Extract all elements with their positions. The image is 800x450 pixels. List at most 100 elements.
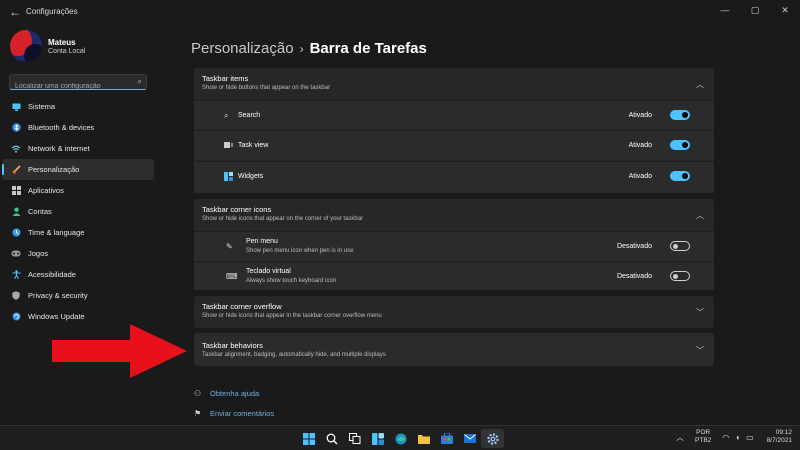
sidebar-item-time-language[interactable]: Time & language	[2, 222, 154, 243]
battery-icon[interactable]: ▭	[746, 433, 754, 442]
sidebar-item-sistema[interactable]: Sistema	[2, 96, 154, 117]
taskbar-items-header[interactable]: Taskbar items Show or hide buttons that …	[194, 68, 714, 100]
apps-icon	[11, 186, 21, 196]
search-icon	[326, 433, 337, 444]
minimize-button[interactable]: —	[710, 0, 740, 20]
breadcrumb-parent[interactable]: Personalização	[191, 40, 294, 57]
person-icon	[11, 207, 21, 217]
task-view-button[interactable]	[343, 429, 366, 448]
wifi-icon[interactable]: ◠	[722, 433, 729, 442]
section-subtitle: Show or hide buttons that appear on the …	[202, 85, 331, 91]
settings-app-button[interactable]	[481, 429, 504, 448]
folder-icon	[417, 434, 430, 444]
store-button[interactable]	[435, 429, 458, 448]
update-icon	[11, 312, 21, 322]
setting-row-search: ⌕ Search Ativado	[194, 100, 714, 130]
brush-icon	[11, 165, 21, 175]
taskbar-behaviors-header[interactable]: Taskbar behaviors Taskbar alignment, bad…	[194, 333, 714, 365]
get-help-link[interactable]: ⚇ Obtenha ajuda	[194, 383, 274, 403]
avatar	[10, 30, 42, 62]
system-tray: ︿ POR PTB2 ◠ ◖ ▭ 09:12 8/7/2021	[673, 429, 792, 445]
section-title: Taskbar behaviors	[202, 341, 263, 350]
task-view-toggle[interactable]	[670, 140, 690, 150]
pen-icon: ✎	[226, 242, 233, 251]
taskbar-search-button[interactable]	[320, 429, 343, 448]
send-feedback-link[interactable]: ⚑ Enviar comentários	[194, 403, 274, 423]
file-explorer-button[interactable]	[412, 429, 435, 448]
pen-menu-toggle[interactable]	[670, 241, 690, 251]
sidebar-item-label: Contas	[28, 207, 52, 216]
start-button[interactable]	[297, 429, 320, 448]
mail-button[interactable]	[458, 429, 481, 448]
search-icon[interactable]: ⌕	[138, 77, 142, 87]
sidebar-item-jogos[interactable]: Jogos	[2, 243, 154, 264]
task-view-icon	[348, 433, 360, 444]
volume-icon[interactable]: ◖	[735, 433, 740, 442]
task-view-icon	[224, 141, 233, 151]
setting-description: Always show touch keyboard icon	[246, 278, 337, 284]
red-arrow-annotation	[52, 324, 187, 378]
sidebar-item-contas[interactable]: Contas	[2, 201, 154, 222]
sidebar-item-personalizacao[interactable]: Personalização	[2, 159, 154, 180]
setting-label: Widgets	[238, 173, 264, 180]
taskbar-corner-overflow-header[interactable]: Taskbar corner overflow Show or hide ico…	[194, 296, 714, 328]
taskbar: ︿ POR PTB2 ◠ ◖ ▭ 09:12 8/7/2021	[0, 425, 800, 450]
sidebar-item-label: Privacy & security	[28, 291, 88, 300]
bluetooth-icon	[11, 123, 21, 133]
search-box[interactable]: ⌕	[9, 74, 147, 94]
shield-icon	[11, 291, 21, 301]
chevron-up-icon[interactable]: ︿	[676, 432, 684, 443]
toggle-state: Ativado	[628, 142, 652, 149]
chevron-up-icon[interactable]: ︿	[696, 79, 704, 90]
sidebar-item-network[interactable]: Network & internet	[2, 138, 154, 159]
clock[interactable]: 09:12 8/7/2021	[767, 429, 792, 445]
chevron-down-icon[interactable]: ﹀	[696, 345, 704, 356]
setting-label: Search	[238, 112, 261, 119]
sidebar-item-bluetooth[interactable]: Bluetooth & devices	[2, 117, 154, 138]
sidebar-item-label: Acessibilidade	[28, 270, 76, 279]
setting-row-touch-keyboard: ⌨ Teclado virtual Always show touch keyb…	[194, 261, 714, 290]
keyboard-layout: PTB2	[695, 437, 712, 444]
search-input[interactable]	[10, 79, 120, 94]
chevron-down-icon[interactable]: ﹀	[696, 307, 704, 318]
back-arrow-icon[interactable]: ←	[9, 5, 21, 19]
section-subtitle: Show or hide icons that appear in the ta…	[202, 313, 382, 319]
search-toggle[interactable]	[670, 110, 690, 120]
keyboard-icon: ⌨	[226, 272, 238, 281]
edge-button[interactable]	[389, 429, 412, 448]
sidebar-item-acessibilidade[interactable]: Acessibilidade	[2, 264, 154, 285]
language-indicator[interactable]: POR PTB2	[695, 429, 711, 445]
setting-row-widgets: Widgets Ativado	[194, 161, 714, 193]
toggle-state: Ativado	[628, 173, 652, 180]
close-button[interactable]: ✕	[770, 0, 800, 20]
taskbar-corner-icons-header[interactable]: Taskbar corner icons Show or hide icons …	[194, 199, 714, 231]
help-icon: ⚇	[194, 388, 202, 398]
profile[interactable]: Mateus Conta Local	[10, 30, 85, 62]
widgets-button[interactable]	[366, 429, 389, 448]
section-title: Taskbar corner icons	[202, 205, 272, 214]
profile-name: Mateus	[48, 38, 76, 47]
gamepad-icon	[11, 249, 21, 259]
toggle-state: Ativado	[628, 112, 652, 119]
get-help-label: Obtenha ajuda	[210, 388, 260, 398]
sidebar-item-label: Aplicativos	[28, 186, 64, 195]
edge-icon	[395, 433, 406, 444]
breadcrumb-separator: ›	[299, 42, 304, 56]
touch-keyboard-toggle[interactable]	[670, 271, 690, 281]
setting-description: Show pen menu icon when pen is in use	[246, 248, 354, 254]
sidebar-item-aplicativos[interactable]: Aplicativos	[2, 180, 154, 201]
breadcrumb: Personalização › Barra de Tarefas	[191, 40, 427, 57]
taskbar-corner-overflow-section[interactable]: Taskbar corner overflow Show or hide ico…	[194, 296, 714, 328]
window-controls: — ▢ ✕	[710, 0, 800, 20]
widgets-toggle[interactable]	[670, 171, 690, 181]
taskbar-behaviors-section[interactable]: Taskbar behaviors Taskbar alignment, bad…	[194, 333, 714, 366]
toggle-state: Desativado	[616, 243, 652, 250]
toggle-state: Desativado	[616, 273, 652, 280]
windows-logo-icon	[302, 432, 315, 445]
sidebar-item-privacy-security[interactable]: Privacy & security	[2, 285, 154, 306]
setting-label: Teclado virtual	[246, 268, 291, 275]
gear-icon	[486, 432, 499, 445]
chevron-up-icon[interactable]: ︿	[696, 210, 704, 221]
maximize-button[interactable]: ▢	[740, 0, 770, 20]
feedback-icon: ⚑	[194, 408, 202, 418]
